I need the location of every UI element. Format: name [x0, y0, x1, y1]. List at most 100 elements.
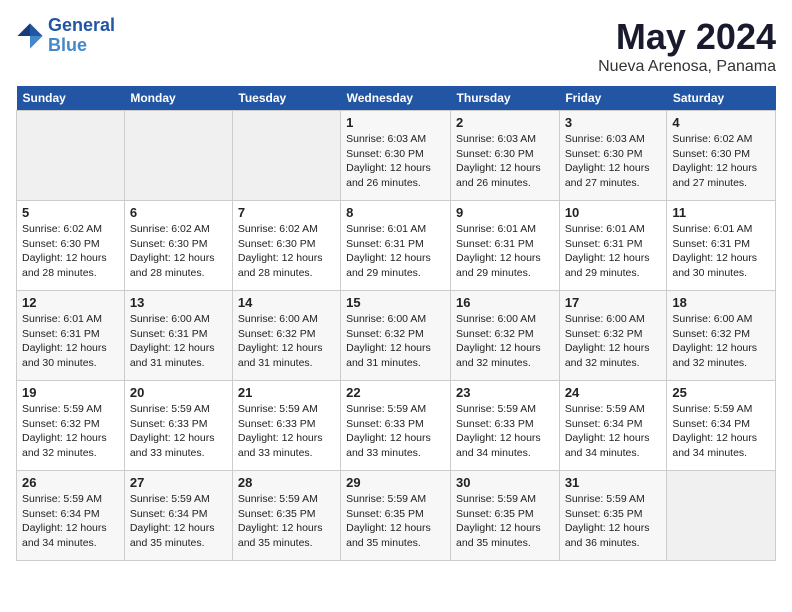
calendar-cell: 8 Sunrise: 6:01 AM Sunset: 6:31 PM Daylig… [341, 201, 451, 291]
calendar-cell: 1 Sunrise: 6:03 AM Sunset: 6:30 PM Daylig… [341, 111, 451, 201]
day-number: 25 [672, 385, 770, 400]
calendar-cell: 9 Sunrise: 6:01 AM Sunset: 6:31 PM Daylig… [451, 201, 560, 291]
day-info: Sunrise: 6:01 AM Sunset: 6:31 PM Dayligh… [456, 222, 554, 281]
calendar-cell: 23 Sunrise: 5:59 AM Sunset: 6:33 PM Dayli… [451, 381, 560, 471]
day-info: Sunrise: 5:59 AM Sunset: 6:35 PM Dayligh… [346, 492, 445, 551]
day-info: Sunrise: 6:00 AM Sunset: 6:32 PM Dayligh… [456, 312, 554, 371]
calendar-cell: 5 Sunrise: 6:02 AM Sunset: 6:30 PM Daylig… [17, 201, 125, 291]
day-info: Sunrise: 6:00 AM Sunset: 6:31 PM Dayligh… [130, 312, 227, 371]
weekday-header-saturday: Saturday [667, 86, 776, 111]
day-info: Sunrise: 6:02 AM Sunset: 6:30 PM Dayligh… [22, 222, 119, 281]
weekday-header-wednesday: Wednesday [341, 86, 451, 111]
day-number: 24 [565, 385, 662, 400]
title-block: May 2024 Nueva Arenosa, Panama [598, 16, 776, 76]
day-info: Sunrise: 6:00 AM Sunset: 6:32 PM Dayligh… [672, 312, 770, 371]
calendar-cell [667, 471, 776, 561]
day-info: Sunrise: 5:59 AM Sunset: 6:35 PM Dayligh… [456, 492, 554, 551]
day-info: Sunrise: 5:59 AM Sunset: 6:33 PM Dayligh… [346, 402, 445, 461]
day-number: 20 [130, 385, 227, 400]
calendar-cell: 12 Sunrise: 6:01 AM Sunset: 6:31 PM Dayli… [17, 291, 125, 381]
calendar-cell: 17Sunrise: 6:00 AM Sunset: 6:32 PM Dayli… [559, 291, 667, 381]
day-number: 3 [565, 115, 662, 130]
day-number: 26 [22, 475, 119, 490]
day-number: 19 [22, 385, 119, 400]
calendar-cell [124, 111, 232, 201]
calendar-cell: 27 Sunrise: 5:59 AM Sunset: 6:34 PM Dayli… [124, 471, 232, 561]
calendar-cell: 21 Sunrise: 5:59 AM Sunset: 6:33 PM Dayli… [232, 381, 340, 471]
day-number: 13 [130, 295, 227, 310]
day-info: Sunrise: 6:02 AM Sunset: 6:30 PM Dayligh… [238, 222, 335, 281]
logo-text: General Blue [48, 16, 115, 56]
day-info: Sunrise: 5:59 AM Sunset: 6:35 PM Dayligh… [238, 492, 335, 551]
day-info: Sunrise: 6:03 AM Sunset: 6:30 PM Dayligh… [346, 132, 445, 191]
calendar-cell: 25 Sunrise: 5:59 AM Sunset: 6:34 PM Dayli… [667, 381, 776, 471]
calendar-cell: 22 Sunrise: 5:59 AM Sunset: 6:33 PM Dayli… [341, 381, 451, 471]
calendar-cell: 13 Sunrise: 6:00 AM Sunset: 6:31 PM Dayli… [124, 291, 232, 381]
calendar-week-row: 5 Sunrise: 6:02 AM Sunset: 6:30 PM Daylig… [17, 201, 776, 291]
calendar-table: SundayMondayTuesdayWednesdayThursdayFrid… [16, 86, 776, 561]
day-info: Sunrise: 5:59 AM Sunset: 6:34 PM Dayligh… [565, 402, 662, 461]
calendar-cell: 29 Sunrise: 5:59 AM Sunset: 6:35 PM Dayli… [341, 471, 451, 561]
day-info: Sunrise: 5:59 AM Sunset: 6:34 PM Dayligh… [22, 492, 119, 551]
weekday-header-sunday: Sunday [17, 86, 125, 111]
location: Nueva Arenosa, Panama [598, 58, 776, 76]
day-number: 2 [456, 115, 554, 130]
calendar-cell: 4 Sunrise: 6:02 AM Sunset: 6:30 PM Daylig… [667, 111, 776, 201]
day-info: Sunrise: 5:59 AM Sunset: 6:33 PM Dayligh… [238, 402, 335, 461]
day-number: 21 [238, 385, 335, 400]
day-number: 6 [130, 205, 227, 220]
day-info: Sunrise: 5:59 AM Sunset: 6:34 PM Dayligh… [130, 492, 227, 551]
day-number: 14 [238, 295, 335, 310]
calendar-cell: 20 Sunrise: 5:59 AM Sunset: 6:33 PM Dayli… [124, 381, 232, 471]
day-info: Sunrise: 6:02 AM Sunset: 6:30 PM Dayligh… [130, 222, 227, 281]
calendar-cell: 11Sunrise: 6:01 AM Sunset: 6:31 PM Dayli… [667, 201, 776, 291]
calendar-week-row: 19Sunrise: 5:59 AM Sunset: 6:32 PM Dayli… [17, 381, 776, 471]
calendar-cell: 19Sunrise: 5:59 AM Sunset: 6:32 PM Dayli… [17, 381, 125, 471]
day-info: Sunrise: 6:01 AM Sunset: 6:31 PM Dayligh… [22, 312, 119, 371]
day-number: 30 [456, 475, 554, 490]
day-number: 4 [672, 115, 770, 130]
day-number: 15 [346, 295, 445, 310]
calendar-week-row: 26 Sunrise: 5:59 AM Sunset: 6:34 PM Dayli… [17, 471, 776, 561]
weekday-header-row: SundayMondayTuesdayWednesdayThursdayFrid… [17, 86, 776, 111]
day-info: Sunrise: 6:03 AM Sunset: 6:30 PM Dayligh… [565, 132, 662, 191]
weekday-header-friday: Friday [559, 86, 667, 111]
day-number: 29 [346, 475, 445, 490]
calendar-cell: 31Sunrise: 5:59 AM Sunset: 6:35 PM Dayli… [559, 471, 667, 561]
calendar-cell: 16 Sunrise: 6:00 AM Sunset: 6:32 PM Dayli… [451, 291, 560, 381]
logo: General Blue [16, 16, 115, 56]
day-number: 11 [672, 205, 770, 220]
weekday-header-tuesday: Tuesday [232, 86, 340, 111]
weekday-header-monday: Monday [124, 86, 232, 111]
day-info: Sunrise: 5:59 AM Sunset: 6:35 PM Dayligh… [565, 492, 662, 551]
day-info: Sunrise: 6:01 AM Sunset: 6:31 PM Dayligh… [346, 222, 445, 281]
day-number: 5 [22, 205, 119, 220]
weekday-header-thursday: Thursday [451, 86, 560, 111]
day-number: 7 [238, 205, 335, 220]
calendar-cell: 14Sunrise: 6:00 AM Sunset: 6:32 PM Dayli… [232, 291, 340, 381]
day-number: 18 [672, 295, 770, 310]
calendar-cell: 3 Sunrise: 6:03 AM Sunset: 6:30 PM Daylig… [559, 111, 667, 201]
day-number: 27 [130, 475, 227, 490]
day-info: Sunrise: 5:59 AM Sunset: 6:33 PM Dayligh… [130, 402, 227, 461]
page-header: General Blue May 2024 Nueva Arenosa, Pan… [16, 16, 776, 76]
day-info: Sunrise: 5:59 AM Sunset: 6:33 PM Dayligh… [456, 402, 554, 461]
day-number: 1 [346, 115, 445, 130]
day-number: 22 [346, 385, 445, 400]
day-info: Sunrise: 6:02 AM Sunset: 6:30 PM Dayligh… [672, 132, 770, 191]
day-number: 9 [456, 205, 554, 220]
calendar-cell: 18 Sunrise: 6:00 AM Sunset: 6:32 PM Dayli… [667, 291, 776, 381]
calendar-cell: 26 Sunrise: 5:59 AM Sunset: 6:34 PM Dayli… [17, 471, 125, 561]
month-title: May 2024 [598, 16, 776, 58]
day-number: 8 [346, 205, 445, 220]
day-number: 17 [565, 295, 662, 310]
day-info: Sunrise: 6:00 AM Sunset: 6:32 PM Dayligh… [346, 312, 445, 371]
day-number: 12 [22, 295, 119, 310]
logo-icon [16, 22, 44, 50]
day-info: Sunrise: 6:01 AM Sunset: 6:31 PM Dayligh… [565, 222, 662, 281]
day-info: Sunrise: 6:03 AM Sunset: 6:30 PM Dayligh… [456, 132, 554, 191]
day-number: 23 [456, 385, 554, 400]
day-info: Sunrise: 5:59 AM Sunset: 6:34 PM Dayligh… [672, 402, 770, 461]
day-number: 16 [456, 295, 554, 310]
calendar-cell: 15 Sunrise: 6:00 AM Sunset: 6:32 PM Dayli… [341, 291, 451, 381]
